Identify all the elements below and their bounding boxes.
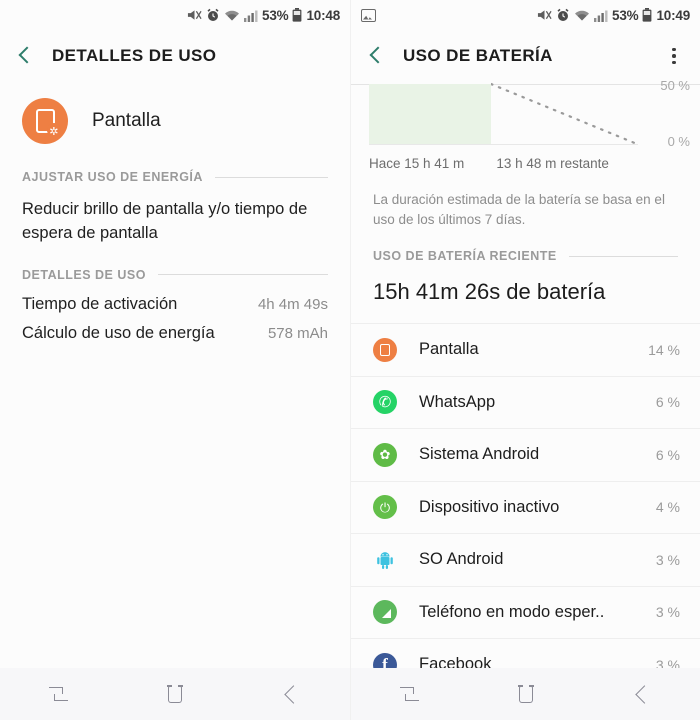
app-percent: 3 % bbox=[655, 551, 680, 568]
detail-value: 4h 4m 49s bbox=[257, 295, 328, 313]
section-label: AJUSTAR USO DE ENERGÍA bbox=[22, 170, 203, 184]
back-icon bbox=[284, 684, 303, 704]
chart-ytick-bottom: 0 % bbox=[667, 134, 690, 149]
navigation-bar-right bbox=[351, 668, 700, 720]
whatsapp-icon: ✆ bbox=[373, 390, 397, 415]
section-divider bbox=[214, 176, 328, 178]
detail-row: Tiempo de activación 4h 4m 49s bbox=[0, 290, 350, 319]
status-bar-right: 53% 10:49 bbox=[351, 0, 700, 30]
wifi-icon bbox=[574, 9, 590, 22]
status-bar-left: 53% 10:48 bbox=[0, 0, 350, 30]
list-item[interactable]: ⏻ Dispositivo inactivo 4 % bbox=[351, 480, 700, 534]
detail-row: Cálculo de uso de energía 578 mAh bbox=[0, 319, 350, 348]
app-name: Pantalla bbox=[419, 340, 479, 359]
android-robot-icon bbox=[373, 548, 397, 572]
back-icon bbox=[635, 684, 654, 704]
display-settings-icon bbox=[373, 337, 397, 362]
app-bar-left: DETALLES DE USO bbox=[0, 30, 350, 82]
list-item[interactable]: ✿ Sistema Android 6 % bbox=[351, 428, 700, 481]
app-percent: 6 % bbox=[655, 446, 680, 463]
clock-label: 10:48 bbox=[306, 7, 340, 23]
recents-button[interactable] bbox=[387, 679, 431, 709]
chart-ytick-top: 50 % bbox=[660, 78, 690, 93]
chart-forecast-dotted-line bbox=[491, 82, 639, 146]
battery-percent-label: 53% bbox=[612, 7, 639, 23]
battery-icon bbox=[642, 8, 652, 22]
list-item[interactable]: Teléfono en modo esper.. 3 % bbox=[351, 585, 700, 639]
battery-percent-label: 53% bbox=[262, 7, 289, 23]
chart-xlabel-past: Hace 15 h 41 m bbox=[369, 156, 465, 171]
total-battery-time: 15h 41m 26s de batería bbox=[373, 279, 606, 305]
app-percent: 6 % bbox=[655, 394, 680, 411]
screen-battery-usage: 53% 10:49 USO DE BATERÍA 50 % 0 % Hace 1… bbox=[350, 0, 700, 720]
overflow-menu-icon[interactable] bbox=[662, 47, 686, 65]
home-icon bbox=[518, 684, 534, 703]
app-percent: 3 % bbox=[655, 604, 680, 621]
clock-label: 10:49 bbox=[656, 7, 690, 23]
section-divider bbox=[568, 255, 678, 257]
app-name: SO Android bbox=[419, 550, 504, 569]
app-usage-list: Pantalla 14 % ✆ WhatsApp 6 % ✿ Sistema A… bbox=[351, 323, 700, 720]
app-name: Dispositivo inactivo bbox=[419, 497, 560, 516]
chart-xlabel-future: 13 h 48 m restante bbox=[496, 156, 609, 171]
recents-button[interactable] bbox=[36, 679, 80, 709]
alarm-icon bbox=[556, 8, 570, 22]
gallery-icon bbox=[361, 8, 376, 22]
page-title: USO DE BATERÍA bbox=[403, 46, 553, 65]
list-item[interactable]: Pantalla 14 % bbox=[351, 323, 700, 376]
estimation-note: La duración estimada de la batería se ba… bbox=[373, 192, 665, 227]
app-name: Sistema Android bbox=[419, 445, 540, 464]
detail-label: Tiempo de activación bbox=[22, 294, 178, 313]
app-name: WhatsApp bbox=[419, 392, 496, 411]
battery-chart: 50 % 0 % Hace 15 h 41 m 13 h 48 m restan… bbox=[351, 78, 700, 184]
app-name-label: Pantalla bbox=[92, 110, 161, 131]
power-icon: ⏻ bbox=[373, 495, 397, 520]
recents-icon bbox=[400, 687, 420, 701]
display-settings-icon bbox=[22, 98, 68, 144]
wifi-icon bbox=[224, 9, 240, 22]
app-percent: 4 % bbox=[655, 499, 680, 516]
gear-icon: ✿ bbox=[373, 442, 397, 467]
app-header-row: Pantalla bbox=[0, 82, 350, 164]
home-button[interactable] bbox=[153, 679, 197, 709]
adjust-power-tip: Reducir brillo de pantalla y/o tiempo de… bbox=[22, 200, 308, 242]
back-arrow-icon[interactable] bbox=[365, 45, 387, 67]
section-header-adjust-power: AJUSTAR USO DE ENERGÍA bbox=[0, 170, 350, 184]
chart-past-area bbox=[369, 84, 491, 144]
section-header-usage-details: DETALLES DE USO bbox=[0, 268, 350, 282]
home-button[interactable] bbox=[504, 679, 548, 709]
app-bar-right: USO DE BATERÍA bbox=[351, 30, 700, 82]
app-percent: 14 % bbox=[648, 341, 680, 358]
detail-label: Cálculo de uso de energía bbox=[22, 323, 215, 342]
navigation-bar-left bbox=[0, 668, 350, 720]
home-icon bbox=[167, 684, 183, 703]
page-title: DETALLES DE USO bbox=[52, 46, 217, 65]
detail-value: 578 mAh bbox=[267, 324, 328, 342]
section-header-recent-usage: USO DE BATERÍA RECIENTE bbox=[351, 249, 700, 263]
list-item[interactable]: ✆ WhatsApp 6 % bbox=[351, 375, 700, 429]
dual-screenshot: 53% 10:48 DETALLES DE USO Pantalla AJUST… bbox=[0, 0, 700, 720]
chart-x-labels: Hace 15 h 41 m 13 h 48 m restante bbox=[369, 156, 700, 171]
mute-icon bbox=[537, 8, 552, 22]
app-name: Teléfono en modo esper.. bbox=[419, 602, 605, 621]
mute-icon bbox=[187, 8, 202, 22]
recents-icon bbox=[49, 687, 69, 701]
battery-icon bbox=[292, 8, 302, 22]
standby-phone-icon bbox=[373, 600, 397, 625]
signal-icon bbox=[244, 9, 258, 22]
screen-usage-details: 53% 10:48 DETALLES DE USO Pantalla AJUST… bbox=[0, 0, 350, 720]
list-item[interactable]: SO Android 3 % bbox=[351, 533, 700, 586]
back-arrow-icon[interactable] bbox=[14, 45, 36, 67]
alarm-icon bbox=[206, 8, 220, 22]
section-label: USO DE BATERÍA RECIENTE bbox=[373, 249, 557, 264]
section-divider bbox=[157, 274, 328, 276]
back-button[interactable] bbox=[621, 679, 665, 709]
section-label: DETALLES DE USO bbox=[22, 267, 146, 282]
back-button[interactable] bbox=[270, 679, 314, 709]
signal-icon bbox=[594, 9, 608, 22]
